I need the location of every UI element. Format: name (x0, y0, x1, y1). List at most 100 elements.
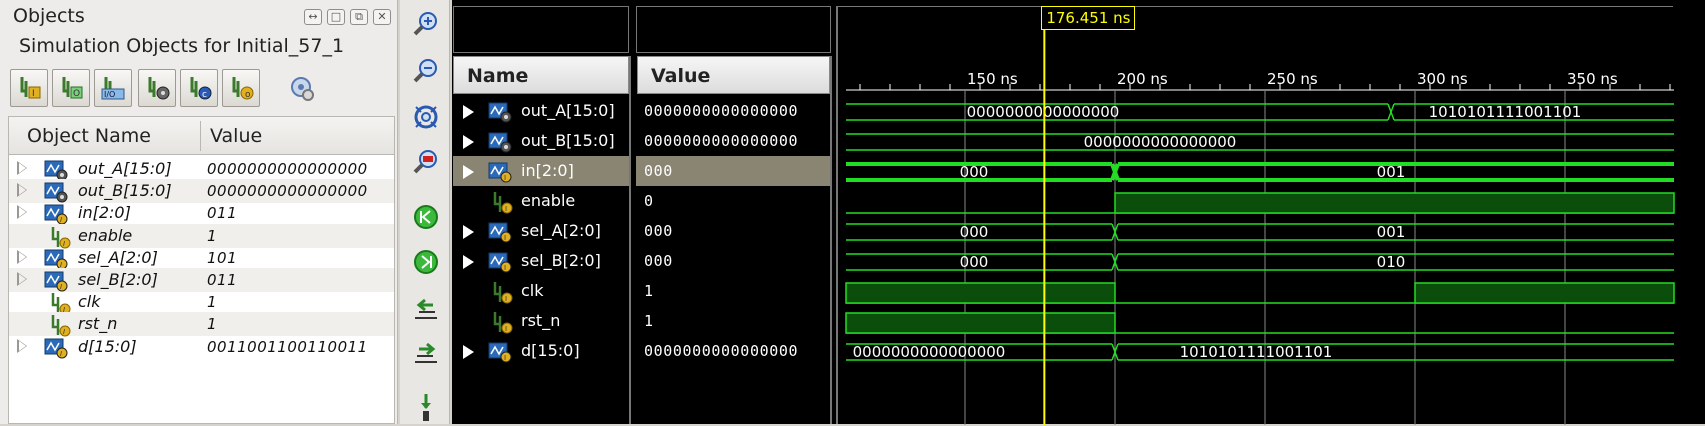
expand-arrow-icon[interactable] (463, 165, 474, 179)
signal-name: out_B[15:0] (521, 131, 615, 150)
object-row[interactable]: out_B[15:0] 0000000000000000 (9, 179, 394, 204)
bus-value-label: 000 (960, 223, 989, 241)
svg-text:c: c (202, 90, 207, 100)
object-row[interactable]: Iclk 1 (9, 290, 394, 315)
object-value: 0011001100110011 (207, 337, 368, 356)
value-panel-top (636, 6, 831, 53)
object-value: 0000000000000000 (207, 182, 368, 201)
expand-arrow-icon[interactable] (17, 249, 27, 264)
object-row[interactable]: Ienable 1 (9, 223, 394, 249)
object-value: 1 (207, 293, 218, 312)
object-name: out_B[15:0] (78, 181, 172, 201)
svg-text:I: I (504, 174, 506, 182)
object-row[interactable]: out_A[15:0] 0000000000000000 (9, 157, 394, 181)
object-name: sel_A[2:0] (78, 247, 158, 267)
wave-name-row[interactable]: out_A[15:0] (453, 96, 629, 126)
object-row[interactable]: Isel_A[2:0] 101 (9, 246, 394, 270)
column-header-object-name[interactable]: Object Name (27, 117, 151, 155)
filter-output-button[interactable]: O (52, 69, 90, 107)
cursor-time-label[interactable]: 176.451 ns (1041, 6, 1136, 30)
expand-arrow-icon[interactable] (463, 135, 474, 149)
filter-input-button[interactable]: I (10, 69, 48, 107)
object-name: d[15:0] (78, 336, 137, 356)
name-panel-top (453, 6, 629, 53)
tick-label: 300 ns (1417, 70, 1468, 88)
tick-label: 350 ns (1567, 70, 1618, 88)
signal-value[interactable]: 000 (636, 216, 830, 246)
zoom-to-cursor-icon[interactable] (411, 147, 441, 177)
object-name: in[2:0] (78, 203, 131, 223)
object-value: 1 (207, 315, 218, 334)
bus-value-label: 0000000000000000 (967, 103, 1120, 121)
filter-inout-button[interactable]: I/O (94, 69, 132, 107)
wave-name-row[interactable]: Irst_n (453, 306, 629, 336)
signal-value[interactable]: 000 (636, 156, 830, 186)
wave-name-row[interactable]: Iclk (453, 276, 629, 306)
signal-name: in[2:0] (521, 161, 574, 180)
svg-text:I: I (505, 325, 507, 333)
tick-label: 200 ns (1117, 70, 1168, 88)
value-column-header[interactable]: Value (637, 56, 830, 94)
expand-arrow-icon[interactable] (463, 105, 474, 119)
bus-value-label: 000 (960, 253, 989, 271)
go-to-start-icon[interactable] (411, 202, 441, 232)
expand-arrow-icon[interactable] (17, 272, 27, 286)
wave-name-row[interactable]: Isel_B[2:0] (453, 246, 629, 276)
expand-arrow-icon[interactable] (463, 225, 474, 239)
maximize-icon[interactable]: □ (327, 9, 345, 25)
wave-name-row[interactable]: Iin[2:0] (453, 156, 629, 186)
name-column-header[interactable]: Name (453, 56, 629, 94)
expand-arrow-icon[interactable] (463, 345, 474, 359)
expand-arrow-icon[interactable] (17, 205, 27, 220)
panel-subtitle: Simulation Objects for Initial_57_1 (19, 35, 345, 57)
bus-input-icon: I (43, 336, 69, 364)
object-row[interactable]: Iin[2:0] 011 (9, 201, 394, 225)
expand-arrow-icon[interactable] (17, 161, 27, 175)
svg-text:I: I (505, 205, 507, 213)
signal-value[interactable]: 0000000000000000 (636, 126, 830, 156)
add-marker-icon[interactable] (411, 392, 441, 422)
fit-icon[interactable]: ↔ (304, 9, 322, 25)
signal-name: clk (521, 281, 544, 300)
svg-text:I: I (505, 295, 507, 303)
signal-value[interactable]: 1 (636, 276, 830, 306)
restore-icon[interactable]: ⧉ (350, 9, 368, 25)
go-to-end-icon[interactable] (411, 247, 441, 277)
filter-other-button[interactable]: o (222, 69, 260, 107)
filter-constant-button[interactable]: c (180, 69, 218, 107)
expand-arrow-icon[interactable] (17, 183, 27, 198)
signal-value[interactable]: 0000000000000000 (636, 336, 830, 366)
filter-internal-button[interactable] (138, 69, 176, 107)
object-row[interactable]: Irst_n 1 (9, 312, 394, 337)
wave-name-row[interactable]: Id[15:0] (453, 336, 629, 366)
column-header-value[interactable]: Value (210, 117, 262, 155)
object-row[interactable]: Isel_B[2:0] 011 (9, 268, 394, 292)
tick-label: 250 ns (1267, 70, 1318, 88)
bus-value-label: 0000000000000000 (1084, 133, 1237, 151)
zoom-fit-icon[interactable] (411, 102, 441, 132)
svg-text:I: I (32, 89, 35, 99)
wave-toolbar (400, 0, 450, 424)
wave-name-row[interactable]: Ienable (453, 186, 629, 216)
object-value: 1 (207, 226, 218, 245)
previous-transition-icon[interactable] (411, 294, 441, 324)
wave-name-row[interactable]: Isel_A[2:0] (453, 216, 629, 246)
panel-title: Objects (13, 5, 85, 27)
object-row[interactable]: Id[15:0] 0011001100110011 (9, 335, 394, 359)
signal-value[interactable]: 1 (636, 306, 830, 336)
column-divider[interactable] (200, 121, 201, 151)
svg-text:I: I (60, 350, 62, 358)
column-divider[interactable] (394, 121, 395, 151)
waveform-canvas[interactable]: 150 ns 200 ns 250 ns 300 ns 350 ns 0000000000… (836, 6, 1675, 425)
zoom-in-icon[interactable] (411, 9, 441, 39)
expand-arrow-icon[interactable] (17, 338, 27, 353)
next-transition-icon[interactable] (411, 338, 441, 368)
signal-value[interactable]: 0000000000000000 (636, 96, 830, 126)
zoom-out-icon[interactable] (411, 56, 441, 86)
signal-value[interactable]: 0 (636, 186, 830, 216)
close-icon[interactable]: ✕ (373, 9, 391, 25)
settings-icon[interactable] (287, 74, 317, 104)
signal-value[interactable]: 000 (636, 246, 830, 276)
wave-name-row[interactable]: out_B[15:0] (453, 126, 629, 156)
expand-arrow-icon[interactable] (463, 255, 474, 269)
